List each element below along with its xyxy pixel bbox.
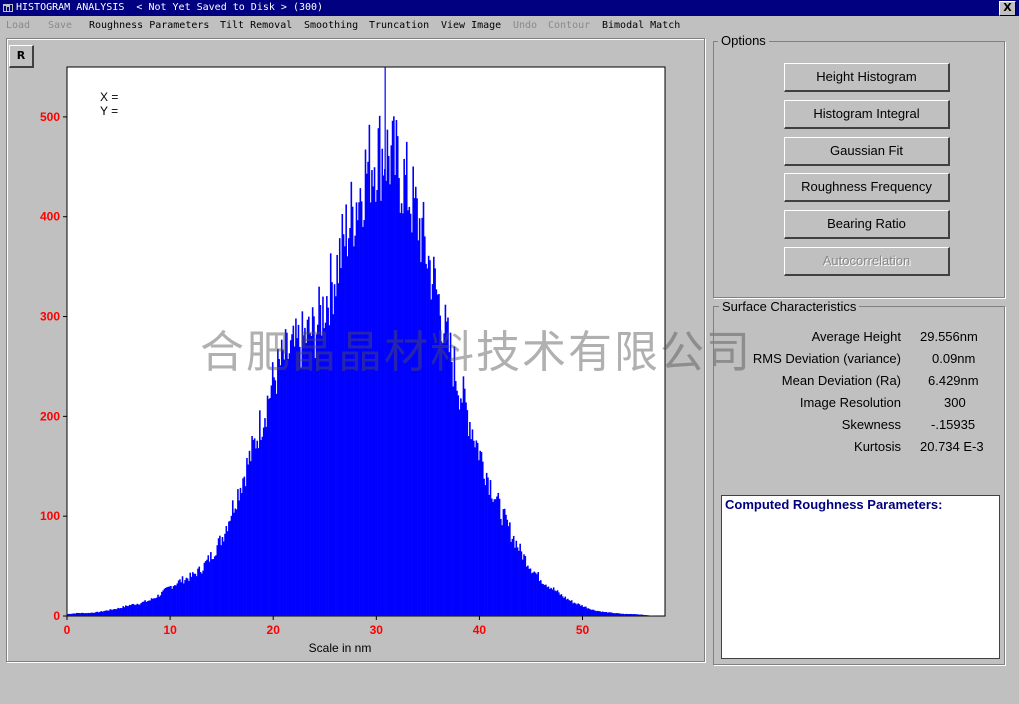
x-tick-label: 40 bbox=[473, 623, 487, 637]
x-tick-label: 50 bbox=[576, 623, 590, 637]
mean-deviation-label: Mean Deviation (Ra) bbox=[781, 373, 901, 388]
mean-deviation-value: 6.429nm bbox=[928, 373, 979, 388]
y-tick-label: 200 bbox=[40, 409, 60, 423]
rms-deviation-label: RMS Deviation (variance) bbox=[752, 351, 901, 366]
height-histogram-button[interactable]: Height Histogram bbox=[784, 63, 950, 92]
x-tick-label: 20 bbox=[267, 623, 281, 637]
options-group-title: Options bbox=[718, 33, 769, 48]
image-resolution-label: Image Resolution bbox=[799, 395, 901, 410]
skewness-label: Skewness bbox=[841, 417, 901, 432]
roughness-frequency-button[interactable]: Roughness Frequency bbox=[784, 173, 950, 202]
cursor-x-readout: X = bbox=[100, 90, 118, 104]
y-tick-label: 100 bbox=[40, 509, 60, 523]
y-tick-label: 300 bbox=[40, 310, 60, 324]
close-button[interactable]: X bbox=[999, 1, 1016, 16]
rms-deviation-value: 0.09nm bbox=[932, 351, 976, 366]
gaussian-fit-button[interactable]: Gaussian Fit bbox=[784, 137, 950, 166]
x-axis-label: Scale in nm bbox=[309, 641, 372, 655]
x-axis-ticks: 0 10 20 30 40 50 bbox=[64, 616, 590, 637]
surface-characteristics-title: Surface Characteristics bbox=[719, 299, 860, 314]
y-axis-ticks: 0 100 200 300 400 500 bbox=[40, 110, 67, 623]
y-tick-label: 400 bbox=[40, 210, 60, 224]
histogram-integral-button[interactable]: Histogram Integral bbox=[784, 100, 950, 129]
image-resolution-value: 300 bbox=[944, 395, 966, 410]
computed-roughness-box[interactable]: Computed Roughness Parameters: bbox=[721, 495, 1000, 659]
kurtosis-value: 20.734 E-3 bbox=[920, 439, 984, 454]
x-tick-label: 0 bbox=[64, 623, 71, 637]
x-tick-label: 10 bbox=[163, 623, 177, 637]
skewness-value: -.15935 bbox=[931, 417, 976, 432]
average-height-label: Average Height bbox=[811, 329, 901, 344]
autocorrelation-button[interactable]: Autocorrelation bbox=[784, 247, 950, 276]
computed-roughness-title: Computed Roughness Parameters: bbox=[725, 497, 943, 512]
watermark-text: 合肥晶晶材料技术有限公司 bbox=[200, 327, 752, 378]
kurtosis-label: Kurtosis bbox=[854, 439, 901, 454]
y-tick-label: 500 bbox=[40, 110, 60, 124]
x-tick-label: 30 bbox=[370, 623, 384, 637]
cursor-y-readout: Y = bbox=[100, 104, 118, 118]
y-tick-label: 0 bbox=[53, 609, 60, 623]
bearing-ratio-button[interactable]: Bearing Ratio bbox=[784, 210, 950, 239]
average-height-value: 29.556nm bbox=[920, 329, 978, 344]
